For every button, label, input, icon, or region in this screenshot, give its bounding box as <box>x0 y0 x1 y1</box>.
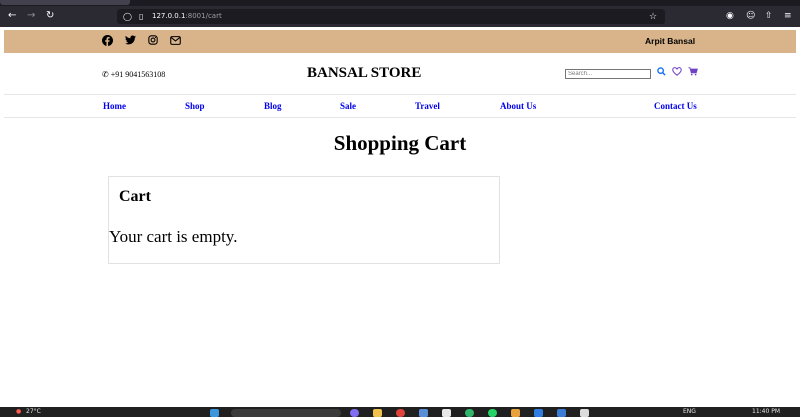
os-taskbar: ● 27°C ENG 11:40 PM <box>0 407 800 417</box>
app-icon[interactable] <box>534 409 543 417</box>
brand-title[interactable]: BANSAL STORE <box>307 64 421 83</box>
account-icon[interactable]: ☺ <box>746 9 755 23</box>
cart-panel: Cart Your cart is empty. <box>108 176 500 264</box>
cart-heading: Cart <box>119 188 151 205</box>
phone-text: +91 9041563108 <box>110 70 166 79</box>
app-icon[interactable] <box>396 409 405 417</box>
forward-icon[interactable]: → <box>27 9 35 23</box>
start-icon[interactable] <box>210 409 219 417</box>
site-header: ✆ +91 9041563108 BANSAL STORE <box>4 53 796 95</box>
heart-icon[interactable] <box>672 67 682 80</box>
app-icon[interactable] <box>465 409 474 417</box>
user-name[interactable]: Arpit Bansal <box>645 35 695 48</box>
extensions-icon[interactable]: ⇧ <box>765 9 773 23</box>
menu-icon[interactable]: ≡ <box>784 9 792 23</box>
nav-shop[interactable]: Shop <box>185 101 205 112</box>
back-icon[interactable]: ← <box>8 9 16 23</box>
app-icon[interactable] <box>419 409 428 417</box>
twitter-icon[interactable] <box>125 35 136 48</box>
facebook-icon[interactable] <box>102 35 113 49</box>
nav-travel[interactable]: Travel <box>415 101 440 112</box>
app-icon[interactable] <box>350 409 359 417</box>
address-bar[interactable]: ◯ ▯ 127.0.0.1:8001/cart ☆ <box>117 9 665 24</box>
phone-number: ✆ +91 9041563108 <box>102 69 165 80</box>
app-icon[interactable] <box>580 409 589 417</box>
search-input[interactable] <box>565 69 651 79</box>
nav-contact-us[interactable]: Contact Us <box>654 101 697 112</box>
nav-about-us[interactable]: About Us <box>500 101 536 112</box>
clock[interactable]: 11:40 PM <box>752 408 780 416</box>
mail-icon[interactable] <box>170 35 181 48</box>
app-icon[interactable] <box>442 409 451 417</box>
instagram-icon[interactable] <box>148 35 158 48</box>
language-indicator[interactable]: ENG <box>683 408 696 416</box>
app-icon[interactable] <box>557 409 566 417</box>
nav-sale[interactable]: Sale <box>340 101 356 112</box>
reload-icon[interactable]: ↻ <box>46 9 54 23</box>
bookmark-star-icon[interactable]: ☆ <box>649 10 657 24</box>
page-info-icon[interactable]: ▯ <box>139 10 143 24</box>
browser-toolbar: ← → ↻ ◯ ▯ 127.0.0.1:8001/cart ☆ ◉ ☺ ⇧ ≡ <box>0 6 800 27</box>
cart-icon[interactable] <box>688 67 698 80</box>
shield-icon[interactable]: ◯ <box>123 10 132 24</box>
app-icon[interactable] <box>511 409 520 417</box>
phone-icon: ✆ <box>102 70 109 79</box>
weather-temp[interactable]: 27°C <box>26 408 41 416</box>
pocket-icon[interactable]: ◉ <box>726 9 734 23</box>
page-title: Shopping Cart <box>333 131 467 155</box>
browser-active-tab[interactable] <box>0 0 130 5</box>
search-icon[interactable] <box>657 67 666 80</box>
cart-empty-message: Your cart is empty. <box>109 227 238 246</box>
weather-icon[interactable]: ● <box>16 408 21 416</box>
app-icon[interactable] <box>488 409 497 417</box>
taskbar-search-icon[interactable] <box>231 409 341 417</box>
top-bar: Arpit Bansal <box>4 30 796 53</box>
main-nav: Home Shop Blog Sale Travel About Us Cont… <box>4 96 796 118</box>
url-text[interactable]: 127.0.0.1:8001/cart <box>152 10 222 23</box>
folder-icon[interactable] <box>373 409 382 417</box>
nav-blog[interactable]: Blog <box>264 101 282 112</box>
nav-home[interactable]: Home <box>103 101 126 112</box>
